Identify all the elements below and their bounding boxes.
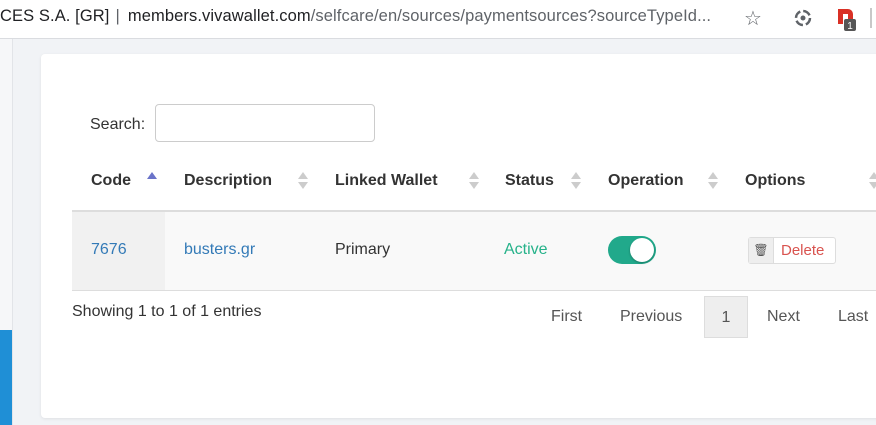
sort-icon[interactable] — [708, 170, 718, 190]
column-header-linked-wallet[interactable]: Linked Wallet — [335, 172, 438, 190]
sort-icon[interactable] — [869, 170, 876, 190]
toolbar-divider — [870, 8, 872, 28]
toggle-knob — [630, 238, 654, 262]
column-header-description[interactable]: Description — [184, 172, 272, 190]
pagination-page-1[interactable]: 1 — [704, 296, 748, 338]
source-description-link[interactable]: busters.gr — [184, 241, 255, 259]
sidebar-active-marker[interactable] — [0, 330, 12, 425]
bookmark-star-icon[interactable]: ☆ — [744, 6, 762, 31]
extension-badge-icon[interactable]: 1 — [834, 6, 856, 32]
sort-asc-icon[interactable] — [147, 170, 157, 190]
sort-icon[interactable] — [571, 170, 581, 190]
site-title: CES S.A. [GR] — [0, 7, 110, 25]
status-badge: Active — [504, 241, 548, 258]
sort-icon[interactable] — [469, 170, 479, 190]
extension-refresh-icon[interactable] — [792, 7, 814, 29]
trash-icon: 🗑 — [749, 238, 774, 263]
extension-badge-count: 1 — [847, 21, 853, 32]
entries-info: Showing 1 to 1 of 1 entries — [72, 303, 262, 320]
url-path: /selfcare/en/sources/paymentsources?sour… — [310, 7, 712, 25]
pagination-previous[interactable]: Previous — [620, 296, 682, 338]
search-label: Search: — [90, 116, 146, 133]
pagination-last[interactable]: Last — [838, 296, 868, 338]
search-input[interactable] — [155, 104, 375, 142]
payment-sources-card: Search: Code Description Linked Wallet S… — [41, 54, 876, 418]
column-header-options[interactable]: Options — [745, 172, 805, 190]
table-header: Code Description Linked Wallet Status Op… — [72, 164, 876, 212]
column-header-status[interactable]: Status — [505, 172, 554, 190]
url-host: members.vivawallet.com — [127, 7, 311, 25]
browser-address-bar: CES S.A. [GR] | members.vivawallet.com/sel… — [0, 0, 876, 39]
table-row: 7676 busters.gr Primary Active 🗑 Delete — [72, 212, 876, 291]
source-code-link[interactable]: 7676 — [91, 241, 127, 259]
sort-icon[interactable] — [298, 170, 308, 190]
delete-button[interactable]: 🗑 Delete — [748, 237, 836, 264]
column-header-code[interactable]: Code — [91, 172, 131, 190]
title-separator: | — [115, 7, 120, 25]
linked-wallet-value: Primary — [335, 241, 391, 258]
column-header-operation[interactable]: Operation — [608, 172, 684, 190]
address-text[interactable]: CES S.A. [GR] | members.vivawallet.com/sel… — [0, 7, 711, 26]
pagination-first[interactable]: First — [551, 296, 582, 338]
operation-toggle[interactable] — [608, 236, 656, 264]
delete-button-label: Delete — [781, 242, 825, 259]
pagination-next[interactable]: Next — [767, 296, 800, 338]
